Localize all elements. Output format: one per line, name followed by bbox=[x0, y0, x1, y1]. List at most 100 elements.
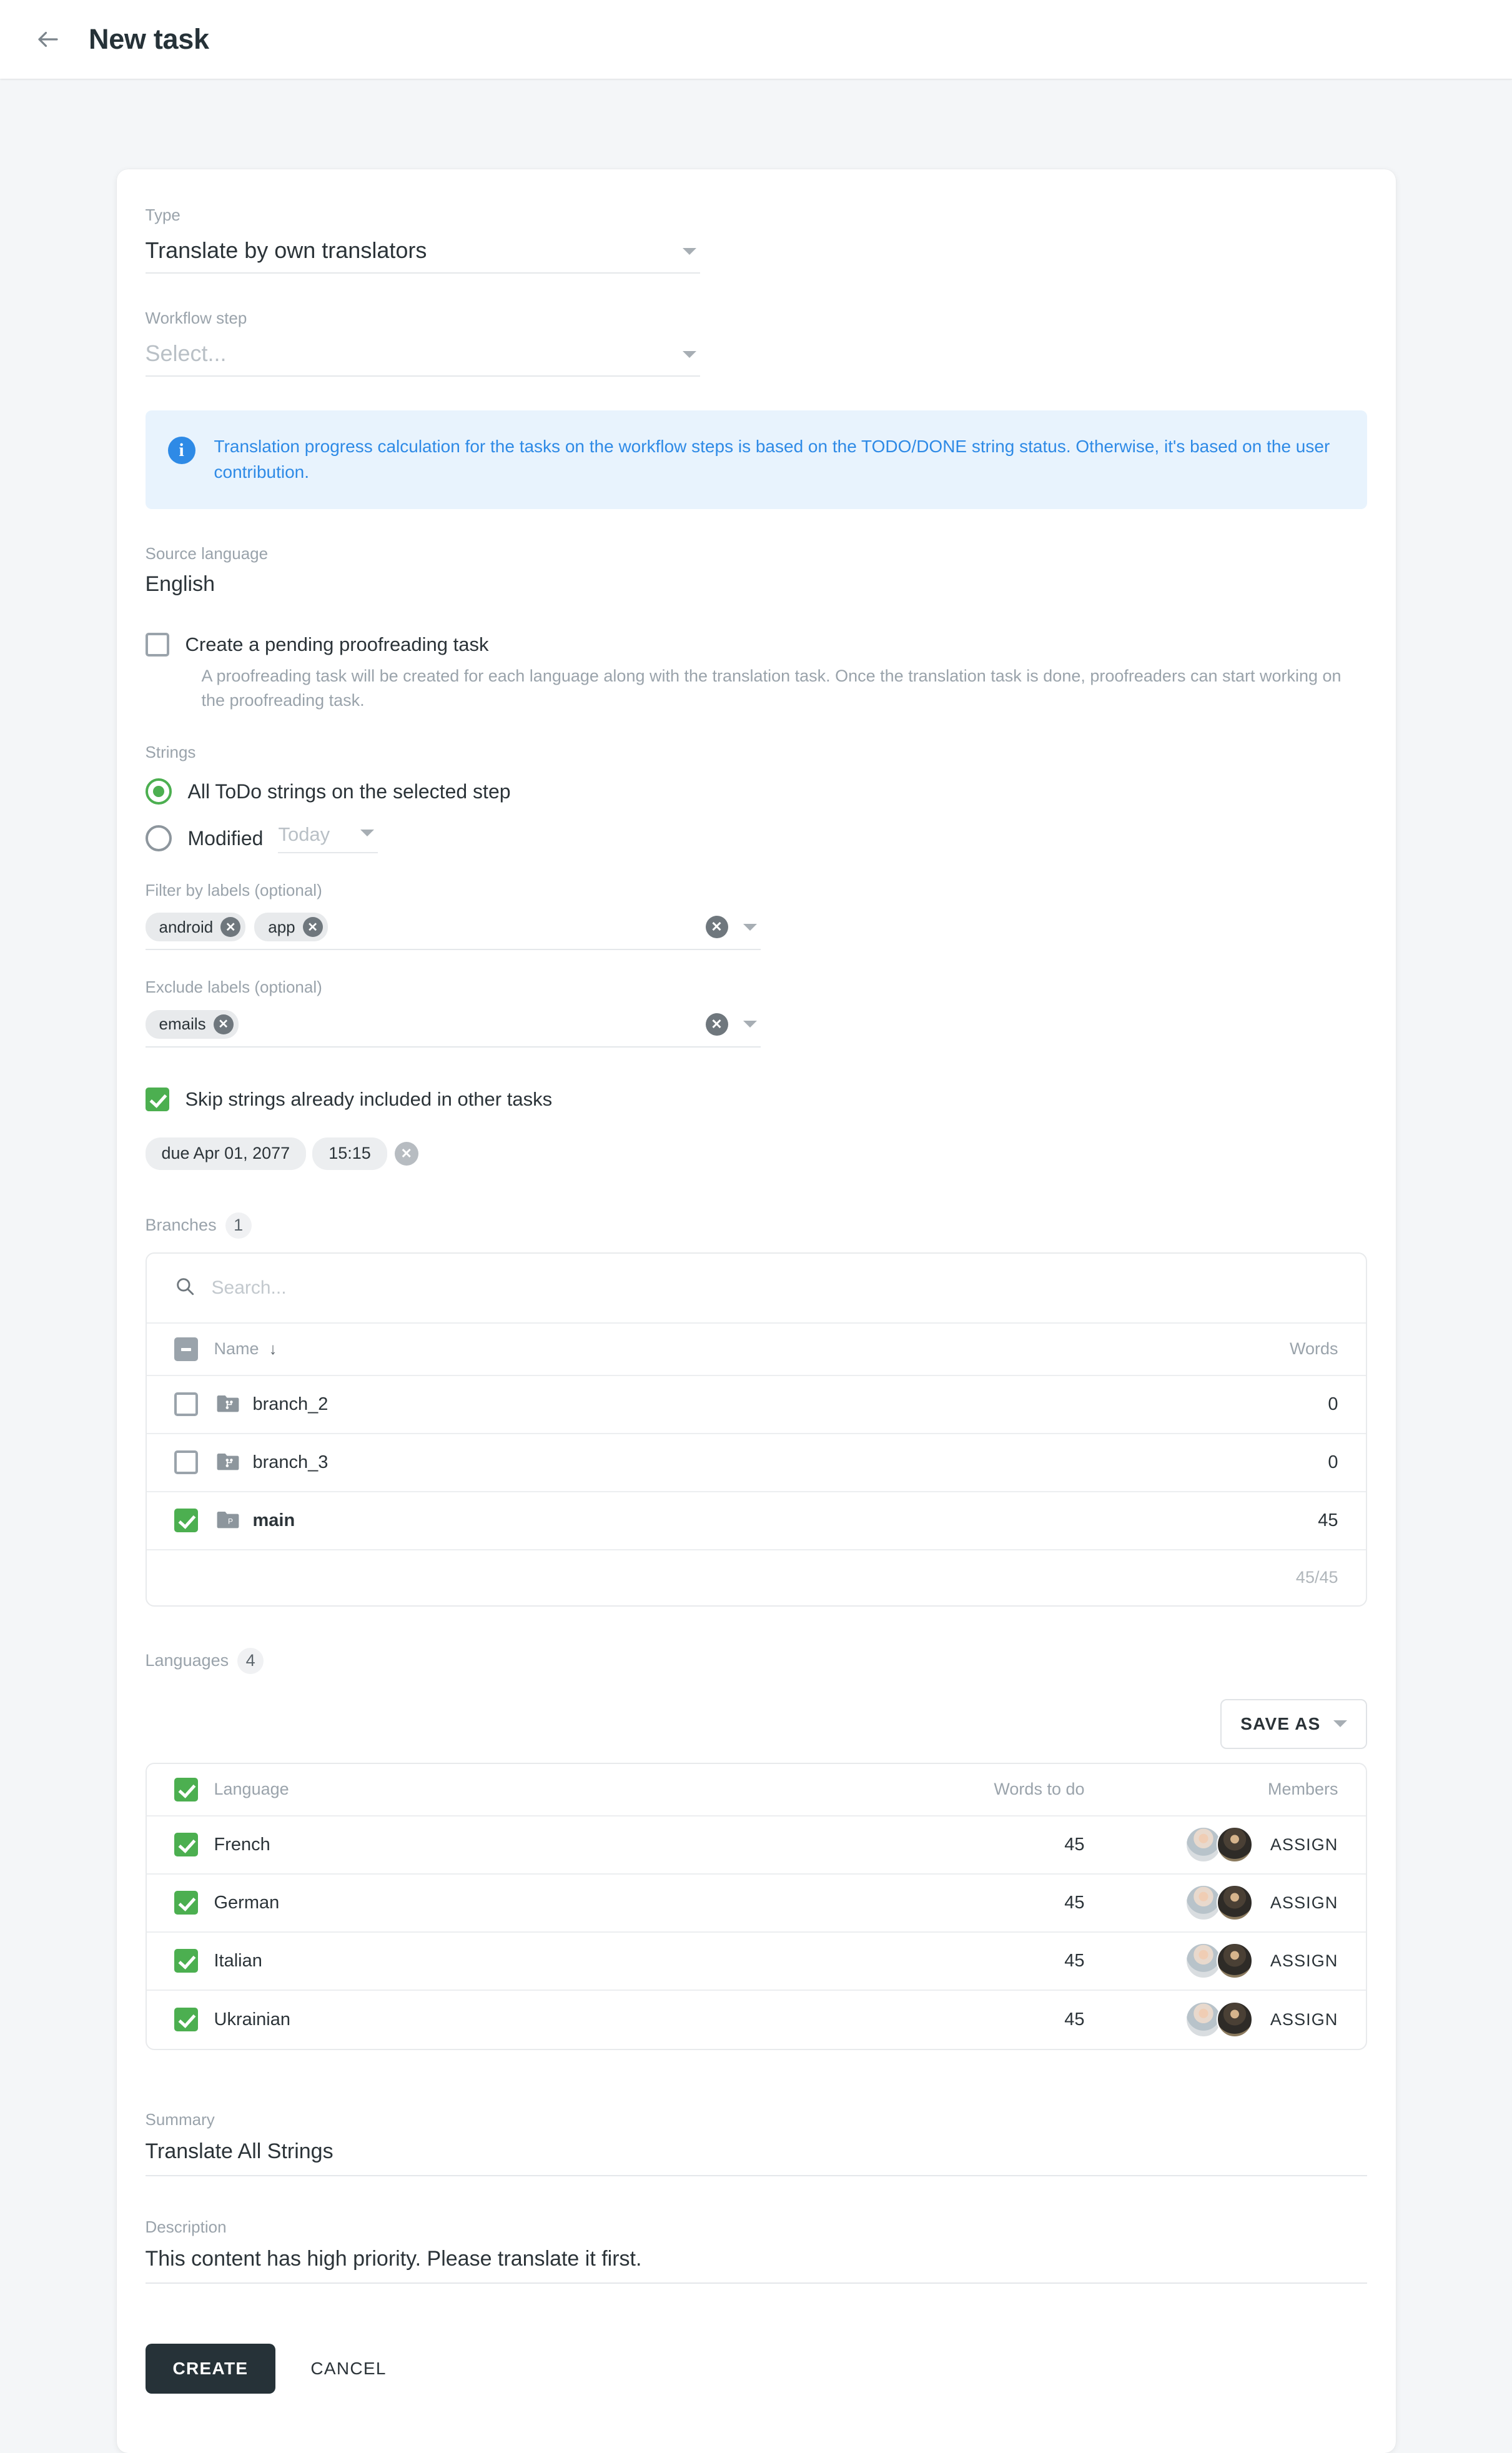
table-row[interactable]: Italian 45 ASSIGN bbox=[146, 1933, 1366, 1991]
languages-col-language: Language bbox=[214, 1780, 289, 1799]
strings-option-all[interactable]: All ToDo strings on the selected step bbox=[145, 778, 1367, 805]
language-row-checkbox[interactable] bbox=[174, 1833, 198, 1857]
radio-all-todo-label: All ToDo strings on the selected step bbox=[187, 780, 511, 803]
description-input[interactable]: This content has high priority. Please t… bbox=[145, 2246, 1367, 2284]
languages-title: Languages bbox=[145, 1651, 229, 1670]
back-button[interactable] bbox=[25, 16, 71, 62]
remove-chip-icon[interactable]: ✕ bbox=[302, 917, 323, 938]
due-time-chip[interactable]: 15:15 bbox=[312, 1137, 387, 1170]
skip-strings-label: Skip strings already included in other t… bbox=[185, 1088, 553, 1110]
label-chip-text: android bbox=[159, 917, 214, 936]
languages-table-header: Language Words to do Members bbox=[146, 1763, 1366, 1816]
sort-descending-icon[interactable]: ↓ bbox=[269, 1339, 277, 1359]
description-value: This content has high priority. Please t… bbox=[145, 2246, 642, 2271]
chevron-down-icon[interactable] bbox=[743, 1021, 757, 1028]
exclude-labels-chips: emails ✕ bbox=[145, 1009, 706, 1039]
avatar[interactable] bbox=[1216, 1943, 1253, 1980]
radio-modified[interactable] bbox=[145, 825, 172, 852]
workflow-step-select[interactable]: Select... bbox=[145, 328, 700, 377]
branch-row-checkbox[interactable] bbox=[174, 1450, 198, 1475]
branches-search-row[interactable] bbox=[146, 1254, 1366, 1324]
exclude-labels-label: Exclude labels (optional) bbox=[145, 978, 322, 997]
table-row[interactable]: French 45 ASSIGN bbox=[146, 1816, 1366, 1875]
language-words: 45 bbox=[1064, 1892, 1085, 1913]
pending-proofreading-label: Create a pending proofreading task bbox=[185, 633, 489, 655]
strings-option-modified[interactable]: Modified Today bbox=[145, 823, 1367, 854]
due-date-chip[interactable]: due Apr 01, 2077 bbox=[145, 1137, 307, 1170]
remove-chip-icon[interactable]: ✕ bbox=[220, 917, 241, 938]
branch-words: 0 bbox=[1328, 1452, 1338, 1472]
radio-all-todo[interactable] bbox=[145, 778, 172, 805]
label-chip-text: app bbox=[268, 917, 295, 936]
language-name: Italian bbox=[214, 1950, 262, 1971]
summary-value: Translate All Strings bbox=[145, 2139, 334, 2163]
branches-title: Branches bbox=[145, 1216, 217, 1235]
filter-labels-label: Filter by labels (optional) bbox=[145, 881, 322, 900]
clear-all-icon[interactable]: ✕ bbox=[705, 1013, 728, 1036]
branches-col-words: Words bbox=[1289, 1339, 1338, 1359]
remove-chip-icon[interactable]: ✕ bbox=[213, 1014, 234, 1034]
language-words: 45 bbox=[1064, 1834, 1085, 1855]
branch-name: main bbox=[252, 1510, 295, 1530]
create-button[interactable]: CREATE bbox=[145, 2343, 276, 2394]
due-date-group: due Apr 01, 2077 15:15 ✕ bbox=[145, 1137, 1367, 1170]
save-as-button[interactable]: SAVE AS bbox=[1220, 1698, 1367, 1749]
member-avatars[interactable] bbox=[1185, 1885, 1253, 1921]
table-row[interactable]: Ukrainian 45 ASSIGN bbox=[147, 1991, 1366, 2049]
type-select[interactable]: Translate by own translators bbox=[145, 225, 700, 274]
avatar[interactable] bbox=[1216, 1826, 1253, 1863]
branch-folder-icon bbox=[217, 1392, 239, 1417]
modified-period-value: Today bbox=[278, 823, 330, 846]
exclude-labels-field[interactable]: emails ✕ ✕ bbox=[145, 1005, 761, 1048]
clear-all-icon[interactable]: ✕ bbox=[705, 916, 728, 939]
language-row-checkbox[interactable] bbox=[174, 1949, 198, 1973]
pending-proofreading-group: Create a pending proofreading task A pro… bbox=[145, 632, 1367, 713]
table-row[interactable]: branch_2 0 bbox=[146, 1376, 1366, 1434]
assign-button[interactable]: ASSIGN bbox=[1270, 2010, 1338, 2029]
table-row[interactable]: German 45 ASSIGN bbox=[146, 1875, 1366, 1933]
branch-words: 0 bbox=[1328, 1394, 1338, 1414]
search-icon bbox=[174, 1276, 195, 1300]
table-row[interactable]: P main 45 bbox=[146, 1492, 1366, 1550]
member-avatars[interactable] bbox=[1185, 2001, 1253, 2038]
label-chip[interactable]: android ✕ bbox=[145, 913, 246, 942]
info-banner-text: Translation progress calculation for the… bbox=[214, 437, 1330, 482]
branch-row-checkbox[interactable] bbox=[174, 1509, 198, 1533]
table-row[interactable]: branch_3 0 bbox=[146, 1434, 1366, 1492]
radio-modified-label: Modified bbox=[187, 827, 264, 850]
filter-labels-chips: android ✕ app ✕ bbox=[145, 913, 706, 942]
pending-proofreading-checkbox[interactable] bbox=[145, 632, 169, 657]
type-value: Translate by own translators bbox=[145, 237, 427, 264]
branch-words: 45 bbox=[1318, 1510, 1338, 1530]
languages-table: Language Words to do Members French 45 A… bbox=[145, 1762, 1367, 2050]
description-group: Description This content has high priori… bbox=[145, 2218, 1367, 2284]
modified-period-select[interactable]: Today bbox=[278, 823, 378, 854]
skip-strings-group[interactable]: Skip strings already included in other t… bbox=[145, 1087, 1367, 1111]
cancel-button[interactable]: CANCEL bbox=[310, 2359, 386, 2379]
languages-col-members: Members bbox=[1267, 1780, 1338, 1799]
skip-strings-checkbox[interactable] bbox=[145, 1087, 169, 1111]
avatar[interactable] bbox=[1216, 2001, 1253, 2038]
languages-select-all-checkbox[interactable] bbox=[174, 1777, 198, 1801]
label-chip[interactable]: emails ✕ bbox=[145, 1009, 239, 1039]
info-banner: i Translation progress calculation for t… bbox=[145, 410, 1367, 509]
filter-labels-field[interactable]: android ✕ app ✕ ✕ bbox=[145, 908, 761, 951]
language-row-checkbox[interactable] bbox=[174, 1891, 198, 1915]
remove-due-icon[interactable]: ✕ bbox=[394, 1141, 418, 1166]
language-row-checkbox[interactable] bbox=[174, 2008, 198, 2032]
branches-search-input[interactable] bbox=[211, 1277, 1338, 1299]
avatar[interactable] bbox=[1216, 1885, 1253, 1921]
assign-button[interactable]: ASSIGN bbox=[1270, 1835, 1338, 1855]
member-avatars[interactable] bbox=[1185, 1943, 1253, 1980]
strings-label: Strings bbox=[145, 743, 196, 762]
assign-button[interactable]: ASSIGN bbox=[1270, 1951, 1338, 1971]
branches-select-all-checkbox[interactable] bbox=[174, 1337, 198, 1361]
summary-input[interactable]: Translate All Strings bbox=[145, 2139, 1367, 2176]
label-chip[interactable]: app ✕ bbox=[254, 913, 328, 942]
assign-button[interactable]: ASSIGN bbox=[1270, 1893, 1338, 1913]
chevron-down-icon[interactable] bbox=[743, 923, 757, 931]
branch-row-checkbox[interactable] bbox=[174, 1392, 198, 1417]
label-chip-text: emails bbox=[159, 1014, 206, 1034]
chevron-down-icon bbox=[682, 248, 696, 255]
member-avatars[interactable] bbox=[1185, 1826, 1253, 1863]
